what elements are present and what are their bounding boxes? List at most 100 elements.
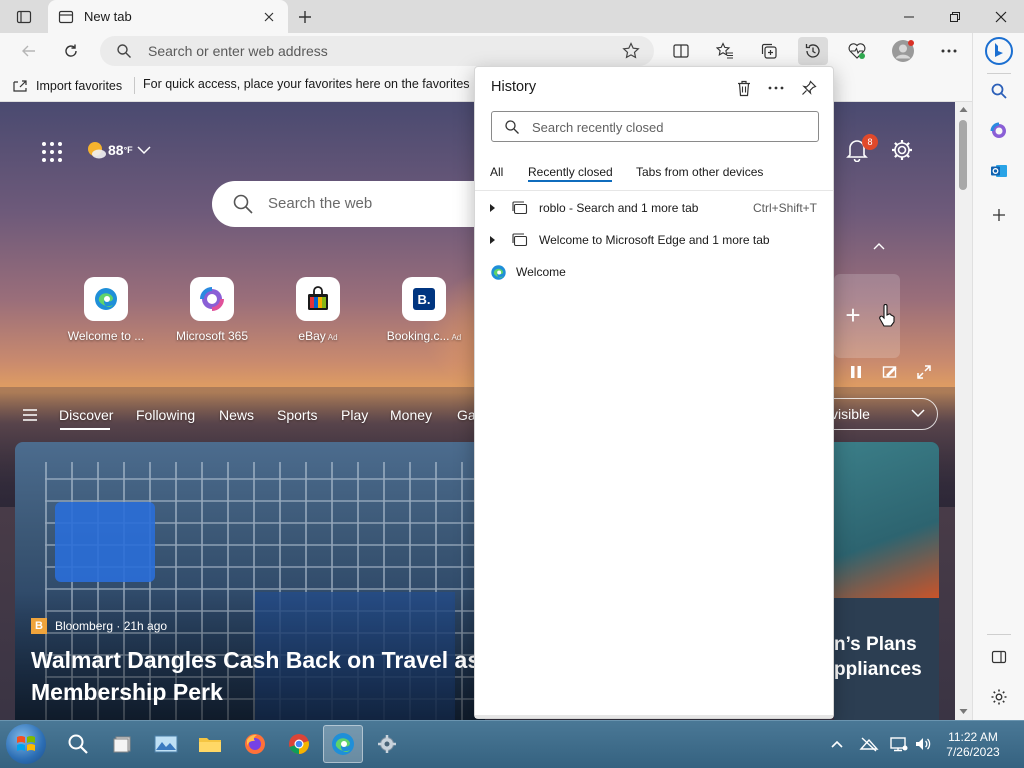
chrome-icon xyxy=(289,734,309,754)
sidebar-search-button[interactable] xyxy=(983,75,1015,107)
feed-tab-news[interactable]: News xyxy=(219,407,254,423)
page-scrollbar[interactable] xyxy=(955,102,972,720)
tray-network-button[interactable] xyxy=(858,733,880,755)
show-hidden-icons-button[interactable] xyxy=(826,733,848,755)
sidebar-outlook-button[interactable] xyxy=(983,155,1015,187)
import-favorites-button[interactable]: Import favorites xyxy=(12,75,122,97)
profile-button[interactable] xyxy=(888,37,918,65)
minimize-button[interactable] xyxy=(886,0,932,33)
news-card-main[interactable]: B Bloomberg · 21h ago Walmart Dangles Ca… xyxy=(15,442,485,720)
feed-tab-sports[interactable]: Sports xyxy=(277,407,317,423)
taskbar-file-explorer[interactable] xyxy=(190,725,230,763)
collections-button[interactable] xyxy=(754,37,784,65)
clock-date: 7/26/2023 xyxy=(946,745,1000,759)
favorites-button[interactable] xyxy=(710,37,740,65)
history-button[interactable] xyxy=(798,37,828,65)
caret-right-icon xyxy=(490,204,495,212)
quick-link-label: Welcome to ... xyxy=(67,329,145,343)
expand-background-button[interactable] xyxy=(916,364,932,385)
page-settings-button[interactable] xyxy=(890,138,914,167)
feed-menu-button[interactable] xyxy=(22,408,38,427)
taskbar-firefox[interactable] xyxy=(235,725,275,763)
refresh-button[interactable] xyxy=(56,37,86,65)
history-icon xyxy=(805,44,820,58)
taskbar-edge[interactable] xyxy=(323,725,363,763)
favorites-bar-message: For quick access, place your favorites h… xyxy=(143,77,473,91)
hide-sidebar-button[interactable] xyxy=(983,641,1015,673)
feed-visibility-value: visible xyxy=(831,406,870,422)
plus-icon xyxy=(299,11,311,23)
history-search-input[interactable] xyxy=(532,118,802,136)
weather-widget[interactable]: 88 °F xyxy=(86,140,151,160)
history-item[interactable]: Welcome xyxy=(475,257,833,287)
close-tab-button[interactable] xyxy=(260,8,278,26)
address-bar[interactable] xyxy=(100,36,654,66)
taskbar-settings-app[interactable] xyxy=(367,725,407,763)
add-quick-link-tile[interactable]: + xyxy=(834,274,900,358)
browser-essentials-button[interactable] xyxy=(842,37,872,65)
feed-tab-play[interactable]: Play xyxy=(341,407,368,423)
chevron-down-icon xyxy=(911,409,925,418)
app-launcher-button[interactable] xyxy=(40,140,64,164)
history-more-options-button[interactable] xyxy=(763,75,789,101)
new-tab-button[interactable] xyxy=(292,4,318,30)
quick-link-microsoft-365[interactable]: Microsoft 365 xyxy=(166,277,258,343)
search-icon xyxy=(68,734,88,754)
search-icon xyxy=(991,83,1007,99)
taskbar-task-view-button[interactable] xyxy=(103,725,143,763)
split-screen-button[interactable] xyxy=(666,37,696,65)
pin-history-button[interactable] xyxy=(796,75,822,101)
sidebar-office-button[interactable] xyxy=(983,115,1015,147)
start-button[interactable] xyxy=(6,724,46,764)
taskbar-chrome[interactable] xyxy=(279,725,319,763)
quick-link-booking[interactable]: B. Booking.c... Ad xyxy=(378,277,470,343)
favorite-star-icon[interactable] xyxy=(622,42,640,60)
quick-link-ebay[interactable]: eBay Ad xyxy=(272,277,364,343)
toolbar xyxy=(0,33,972,69)
web-search-box[interactable]: Search the web xyxy=(212,181,512,227)
tray-volume-button[interactable] xyxy=(912,733,934,755)
browser-tab-new-tab[interactable]: New tab xyxy=(48,0,288,33)
feed-tab-games[interactable]: Ga xyxy=(457,407,476,423)
quick-link-tile xyxy=(84,277,128,321)
taskbar-clock[interactable]: 11:22 AM 7/26/2023 xyxy=(938,730,1008,760)
settings-more-button[interactable] xyxy=(934,37,964,65)
restore-button[interactable] xyxy=(932,0,978,33)
feed-tab-following[interactable]: Following xyxy=(136,407,195,423)
address-input[interactable] xyxy=(148,41,608,61)
news-card-secondary[interactable]: n’s Plans ppliances xyxy=(834,442,939,720)
history-item[interactable]: roblo - Search and 1 more tab Ctrl+Shift… xyxy=(475,193,833,223)
notification-count-badge: 8 xyxy=(862,134,878,150)
history-tab-all[interactable]: All xyxy=(490,165,503,179)
tab-actions-menu-button[interactable] xyxy=(8,4,40,30)
pause-background-button[interactable] xyxy=(848,364,864,385)
clear-history-button[interactable] xyxy=(731,75,757,101)
history-tab-other-devices[interactable]: Tabs from other devices xyxy=(636,165,763,179)
taskbar-search-button[interactable] xyxy=(58,725,98,763)
close-window-button[interactable] xyxy=(978,0,1024,33)
notifications-button[interactable]: 8 xyxy=(846,134,878,164)
back-button[interactable] xyxy=(14,37,44,65)
history-item-label: Welcome xyxy=(516,265,566,279)
collapse-quick-links-button[interactable] xyxy=(872,238,886,256)
history-tab-recently-closed[interactable]: Recently closed xyxy=(528,165,613,179)
sidebar-add-button[interactable] xyxy=(983,199,1015,231)
sidebar-separator xyxy=(987,73,1011,74)
history-item[interactable]: Welcome to Microsoft Edge and 1 more tab xyxy=(475,225,833,255)
scrollbar-thumb[interactable] xyxy=(959,120,967,190)
quick-link-tile xyxy=(296,277,340,321)
bing-chat-button[interactable] xyxy=(983,35,1015,67)
quick-link-welcome[interactable]: Welcome to ... xyxy=(60,277,152,343)
edit-background-button[interactable] xyxy=(882,364,898,385)
taskbar-photos-app[interactable] xyxy=(146,725,186,763)
more-dots-icon xyxy=(768,86,784,90)
feed-tab-money[interactable]: Money xyxy=(390,407,432,423)
tray-display-button[interactable] xyxy=(888,733,910,755)
booking-logo-icon: B. xyxy=(413,288,435,310)
expand-button[interactable] xyxy=(489,203,501,213)
history-search-box[interactable] xyxy=(491,111,819,142)
news-headline[interactable]: Walmart Dangles Cash Back on Travel as M… xyxy=(31,644,481,708)
feed-tab-discover[interactable]: Discover xyxy=(59,407,113,423)
expand-button[interactable] xyxy=(489,235,501,245)
sidebar-settings-button[interactable] xyxy=(983,681,1015,713)
